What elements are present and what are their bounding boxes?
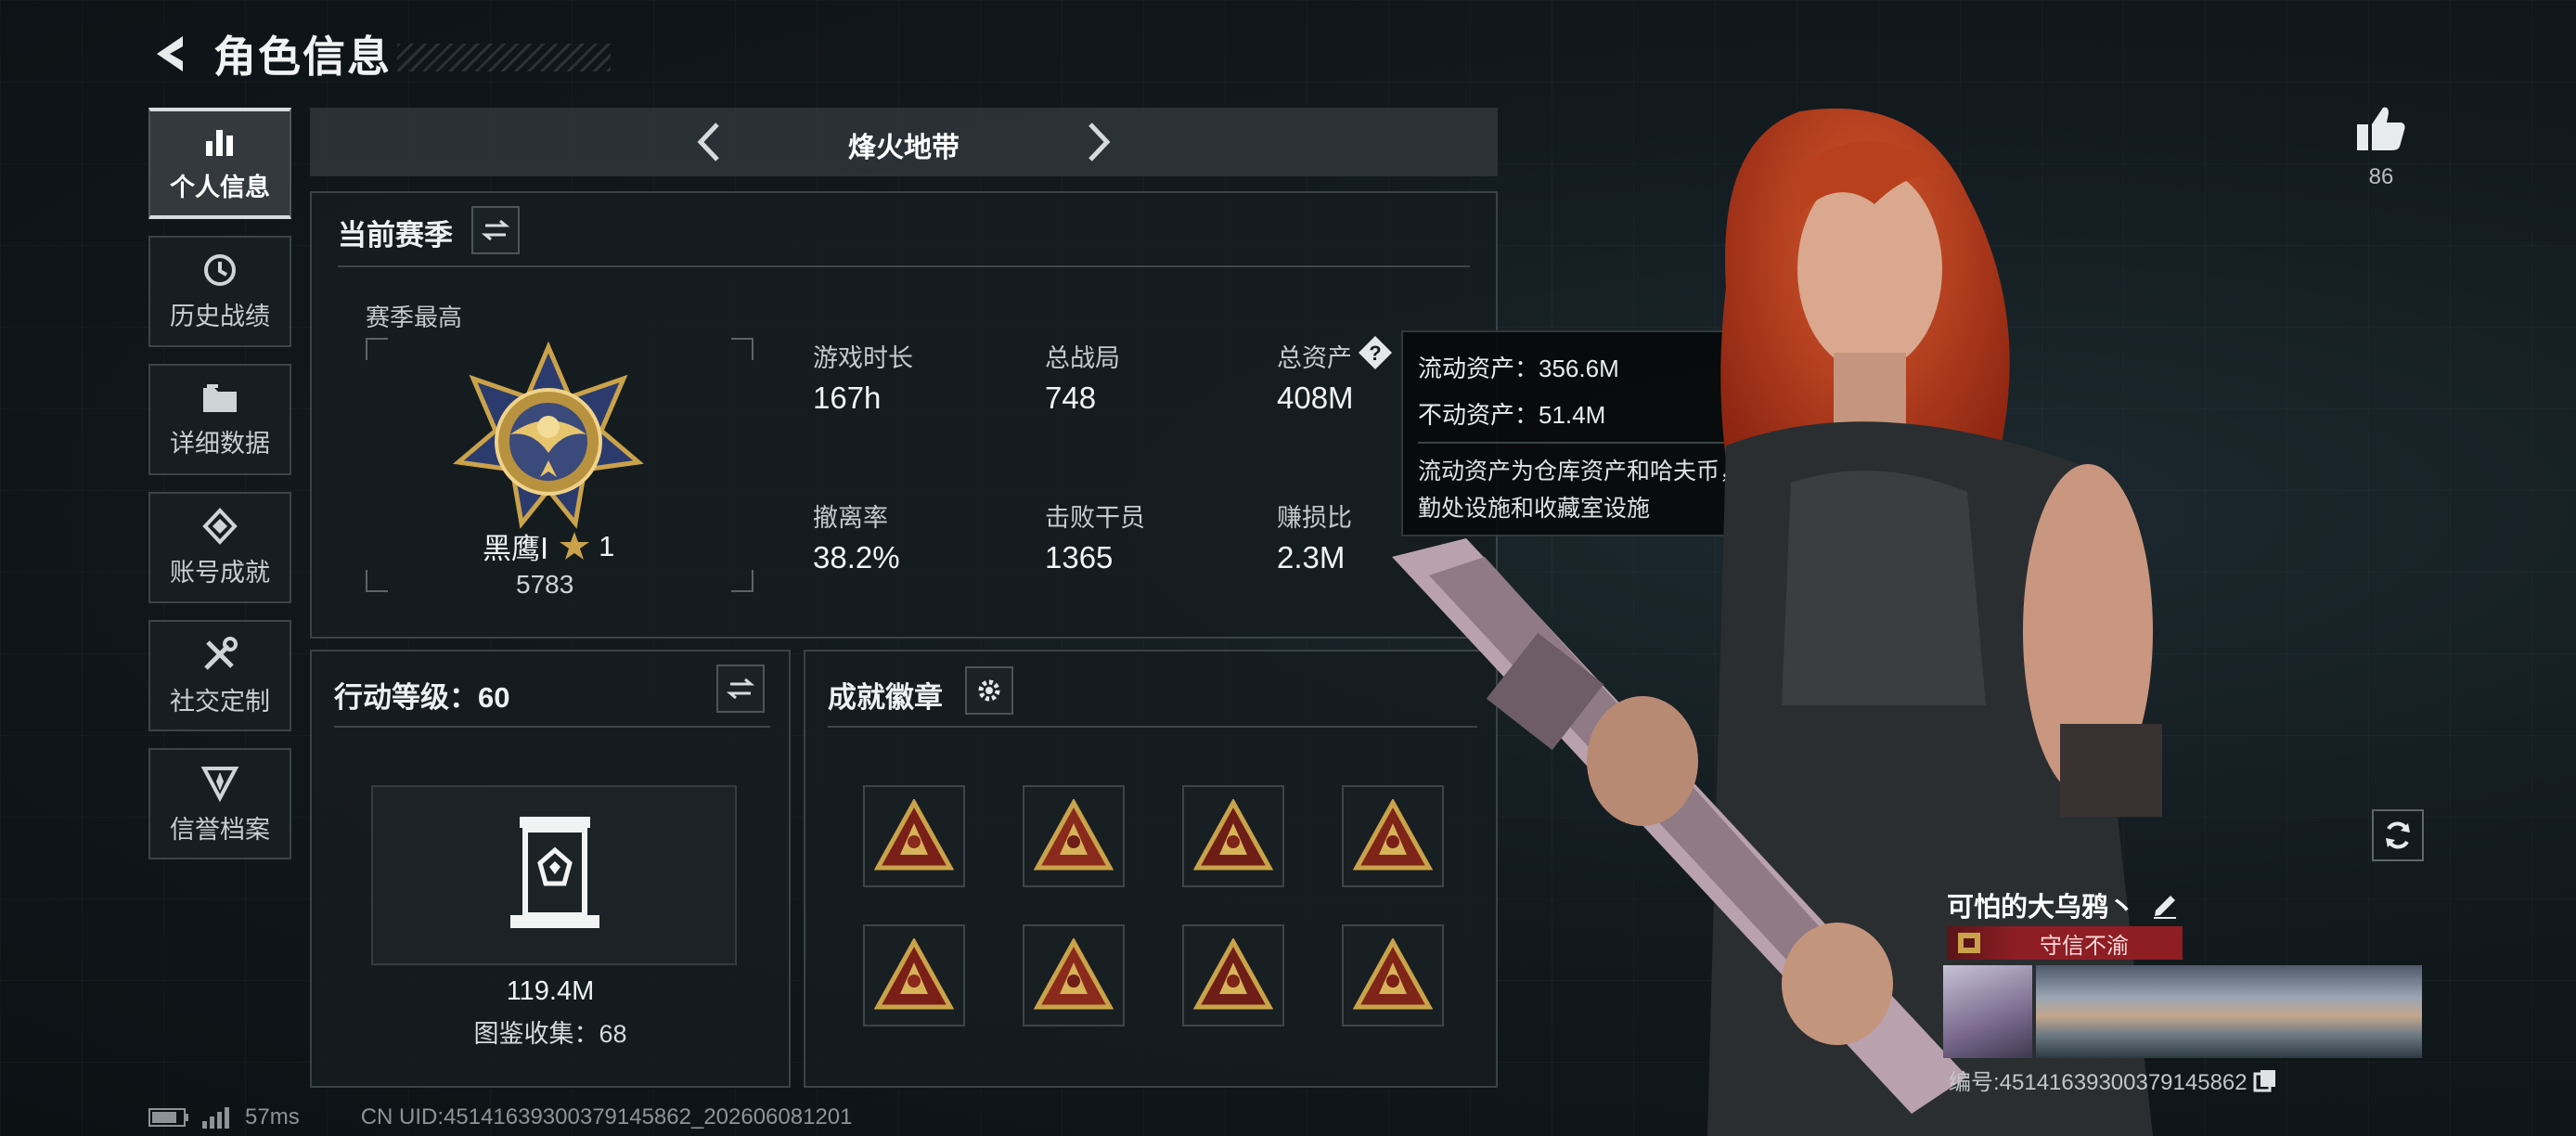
swap-icon [727, 678, 754, 700]
player-id-row: 编号:451416393003791458​62 [1949, 1064, 2277, 1096]
bar-chart-icon [206, 129, 233, 156]
next-mode-button[interactable] [1080, 119, 1117, 165]
rank-stars: 1 [599, 529, 615, 562]
stat-value-total-matches: 748 [1045, 381, 1097, 415]
stat-value-extract-rate: 38.2% [813, 540, 900, 574]
player-name-row: 可怕的大乌鸦丶 [1947, 885, 2180, 924]
season-switch-button[interactable] [471, 206, 520, 254]
sidebar-item-credit-record[interactable]: 信誉档案 [148, 748, 291, 859]
rank-name-row: 黑鹰Ⅰ 1 [483, 525, 614, 567]
rank-medal-icon [453, 342, 644, 529]
sidebar-item-label: 历史战绩 [170, 302, 270, 330]
rank-score: 5783 [516, 570, 574, 599]
sidebar-item-label: 信誉档案 [170, 815, 270, 844]
sidebar-item-history[interactable]: 历史战绩 [148, 236, 291, 347]
achievement-badge[interactable] [1182, 924, 1284, 1026]
signal-icon [202, 1107, 229, 1129]
action-level-title: 行动等级：60 [334, 681, 510, 714]
frame-corner [731, 338, 753, 360]
refresh-icon [2386, 821, 2410, 849]
thumbs-up-icon [2357, 107, 2405, 150]
stat-value-playtime: 167h [813, 381, 882, 415]
sidebar-item-social-custom[interactable]: 社交定制 [148, 620, 291, 731]
history-clock-icon [204, 253, 236, 286]
sidebar-item-label: 详细数据 [170, 429, 270, 458]
achievement-badge[interactable] [863, 924, 965, 1026]
sidebar-item-detail-data[interactable]: 详细数据 [148, 364, 291, 475]
page-header: 角色信息 [148, 26, 611, 82]
stat-label-extract-rate: 撤离率 [813, 504, 888, 532]
frame-corner [366, 570, 388, 592]
ping-value: 57ms [245, 1104, 300, 1130]
edit-icon[interactable] [2150, 890, 2180, 920]
refresh-button[interactable] [2372, 809, 2424, 861]
sidebar-item-label: 社交定制 [170, 687, 270, 716]
badge-emblem-icon [1034, 938, 1114, 1010]
copy-icon[interactable] [2253, 1068, 2277, 1092]
stat-label-playtime: 游戏时长 [813, 344, 913, 372]
player-title: 守信不渝 [2040, 933, 2129, 959]
back-arrow-icon [157, 36, 183, 71]
player-id: 编号:451416393003791458​62 [1949, 1070, 2248, 1095]
badge-emblem-icon [1193, 938, 1273, 1010]
like-widget[interactable]: 86 [2353, 104, 2409, 190]
season-highest-label: 赛季最高 [366, 303, 463, 331]
frame-corner [731, 570, 753, 592]
title-emblem-icon [1958, 933, 1980, 953]
achievement-badge[interactable] [1023, 924, 1125, 1026]
achievement-badge[interactable] [1182, 785, 1284, 887]
achievement-icon [202, 507, 238, 545]
player-title-bar: 守信不渝 [1947, 926, 2183, 960]
badges-settings-button[interactable] [965, 666, 1013, 715]
credit-shield-icon [200, 766, 239, 802]
title-decoration [397, 44, 611, 71]
season-divider [338, 265, 1470, 267]
swap-icon [482, 219, 509, 241]
page-title: 角色信息 [213, 32, 392, 81]
achievement-badge[interactable] [1023, 785, 1125, 887]
collection-display-icon [510, 817, 599, 928]
badge-emblem-icon [1193, 799, 1273, 871]
achievement-badge[interactable] [863, 785, 965, 887]
action-level-divider [334, 726, 770, 728]
battery-icon [148, 1108, 188, 1127]
season-title: 当前赛季 [338, 219, 453, 252]
collection-value: 119.4M [506, 976, 595, 1006]
badge-emblem-icon [874, 938, 954, 1010]
rank-name: 黑鹰Ⅰ [483, 533, 549, 565]
action-level-panel: 行动等级：60 119.4M 图鉴收集：68 [310, 650, 791, 1088]
badge-emblem-icon [1034, 799, 1114, 871]
badges-title: 成就徽章 [828, 681, 943, 714]
sidebar-item-achievements[interactable]: 账号成就 [148, 492, 291, 603]
stat-label-total-matches: 总战局 [1045, 344, 1120, 372]
status-footer: 57ms CN UID:451416393003791458​62_202606… [148, 1104, 853, 1130]
player-name: 可怕的大乌鸦丶 [1947, 893, 2136, 923]
action-level-switch-button[interactable] [716, 665, 765, 713]
tools-icon [204, 636, 238, 670]
star-icon [560, 531, 590, 560]
stat-value-kills: 1365 [1045, 540, 1114, 574]
frame-corner [366, 338, 388, 360]
sidebar-item-label: 账号成就 [170, 558, 270, 587]
chevron-right-icon [1088, 123, 1111, 161]
collection-frame [371, 785, 737, 965]
sidebar-item-label: 个人信息 [170, 173, 270, 201]
badge-emblem-icon [874, 799, 954, 871]
uid-text: CN UID:451416393003791458​62_20260608120… [360, 1104, 853, 1130]
stat-label-kills: 击败干员 [1045, 504, 1145, 532]
sidebar: 个人信息 历史战绩 详细数据 账号成就 社交定制 信誉档案 [148, 108, 293, 876]
gear-icon [978, 679, 1000, 702]
collection-count: 图鉴收集：68 [473, 1020, 627, 1048]
like-count: 86 [2368, 164, 2394, 189]
back-button[interactable] [148, 30, 197, 78]
sidebar-item-personal-info[interactable]: 个人信息 [148, 108, 291, 219]
player-banner[interactable] [2036, 965, 2422, 1058]
folder-icon [203, 383, 237, 412]
player-avatar[interactable] [1943, 965, 2032, 1058]
